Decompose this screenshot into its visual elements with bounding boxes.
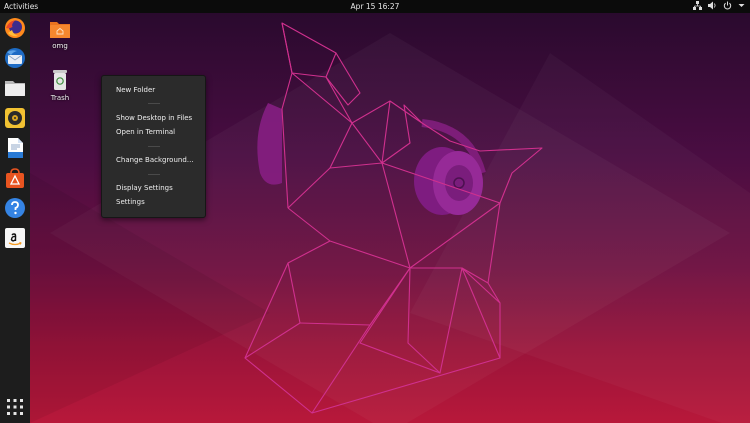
system-menu-arrow-icon[interactable]	[738, 1, 745, 12]
dock-item-rhythmbox[interactable]	[3, 106, 27, 130]
dock-item-writer[interactable]	[3, 136, 27, 160]
clock[interactable]: Apr 15 16:27	[0, 1, 750, 12]
power-icon[interactable]	[723, 1, 732, 12]
software-icon	[6, 168, 24, 188]
dock-item-files[interactable]	[3, 76, 27, 100]
folder-home-icon	[50, 22, 70, 38]
rhythmbox-icon	[5, 108, 25, 128]
apps-grid-icon	[7, 399, 23, 415]
menu-separator	[148, 146, 160, 147]
system-tray[interactable]	[693, 1, 745, 12]
dock-item-amazon[interactable]	[3, 226, 27, 250]
dock-item-thunderbird[interactable]	[3, 46, 27, 70]
desktop-icon-omg[interactable]: omg	[40, 19, 80, 50]
menu-item-open-in-terminal[interactable]: Open in Terminal	[116, 127, 175, 137]
desktop-icon-label: omg	[52, 42, 68, 50]
show-applications-button[interactable]	[6, 398, 24, 416]
top-bar: Activities Apr 15 16:27	[0, 0, 750, 13]
amazon-icon	[5, 228, 25, 248]
writer-icon	[8, 138, 23, 158]
files-icon	[5, 81, 25, 96]
network-icon[interactable]	[693, 1, 702, 12]
menu-item-show-desktop-in-files[interactable]: Show Desktop in Files	[116, 113, 192, 123]
menu-item-settings[interactable]: Settings	[116, 197, 145, 207]
dock	[0, 13, 30, 423]
trash-icon	[53, 70, 67, 90]
desktop-icon-trash[interactable]: Trash	[40, 69, 80, 102]
menu-item-change-background[interactable]: Change Background…	[116, 155, 194, 165]
desktop-context-menu: New Folder Show Desktop in Files Open in…	[101, 75, 206, 218]
desktop-icon-label: Trash	[50, 94, 70, 102]
dock-item-software[interactable]	[3, 166, 27, 190]
menu-separator	[148, 174, 160, 175]
thunderbird-icon	[5, 48, 25, 68]
dock-item-firefox[interactable]	[3, 16, 27, 40]
firefox-icon	[5, 18, 25, 38]
menu-item-new-folder[interactable]: New Folder	[116, 85, 155, 95]
help-icon	[5, 198, 25, 218]
volume-icon[interactable]	[708, 1, 717, 12]
menu-item-display-settings[interactable]: Display Settings	[116, 183, 173, 193]
menu-separator	[148, 103, 160, 104]
dock-item-help[interactable]	[3, 196, 27, 220]
